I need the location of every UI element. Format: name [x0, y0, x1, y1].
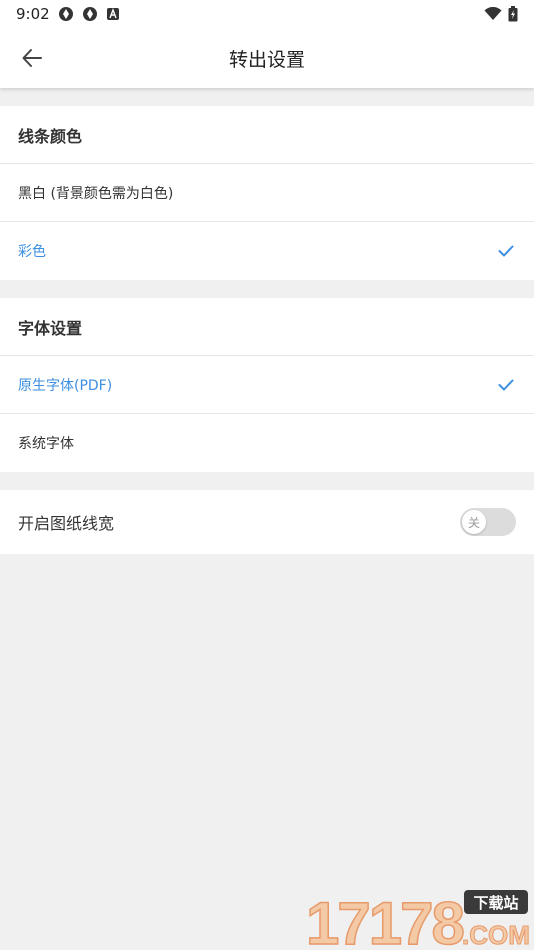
- watermark-number: 17178: [306, 890, 463, 948]
- wifi-icon: [484, 7, 502, 21]
- line-width-section: 开启图纸线宽 关: [0, 490, 534, 554]
- toggle-knob: 关: [462, 510, 486, 534]
- option-label: 原生字体(PDF): [18, 377, 113, 394]
- battery-icon: [508, 6, 518, 22]
- arrow-left-icon: [22, 49, 42, 67]
- section-header-line-color: 线条颜色: [0, 106, 534, 164]
- watermark-com: .COM: [462, 920, 530, 948]
- option-native-font[interactable]: 原生字体(PDF): [0, 356, 534, 414]
- line-width-toggle[interactable]: 关: [460, 508, 516, 536]
- option-black-white[interactable]: 黑白 (背景颜色需为白色): [0, 164, 534, 222]
- option-color[interactable]: 彩色: [0, 222, 534, 280]
- aperture-icon: [82, 6, 98, 22]
- line-width-label: 开启图纸线宽: [18, 514, 115, 533]
- line-color-section: 线条颜色 黑白 (背景颜色需为白色) 彩色: [0, 106, 534, 280]
- option-label: 黑白 (背景颜色需为白色): [18, 185, 174, 202]
- aperture-icon: [58, 6, 74, 22]
- font-a-icon: [106, 7, 120, 21]
- status-time: 9:02: [16, 5, 50, 23]
- watermark-logo: 17178 下载站 .COM: [304, 888, 530, 950]
- page-title: 转出设置: [228, 48, 305, 71]
- option-label: 系统字体: [18, 436, 74, 452]
- check-icon: [498, 379, 514, 391]
- status-bar: 9:02: [0, 0, 534, 28]
- font-settings-section: 字体设置 原生字体(PDF) 系统字体: [0, 298, 534, 472]
- option-system-font[interactable]: 系统字体: [0, 414, 534, 472]
- line-width-row: 开启图纸线宽 关: [0, 490, 534, 554]
- back-button[interactable]: [16, 42, 48, 74]
- section-header-font-settings: 字体设置: [0, 298, 534, 356]
- app-bar: 转出设置: [0, 28, 534, 88]
- option-label: 彩色: [18, 244, 46, 260]
- watermark-cn: 下载站: [473, 894, 518, 912]
- check-icon: [498, 245, 514, 257]
